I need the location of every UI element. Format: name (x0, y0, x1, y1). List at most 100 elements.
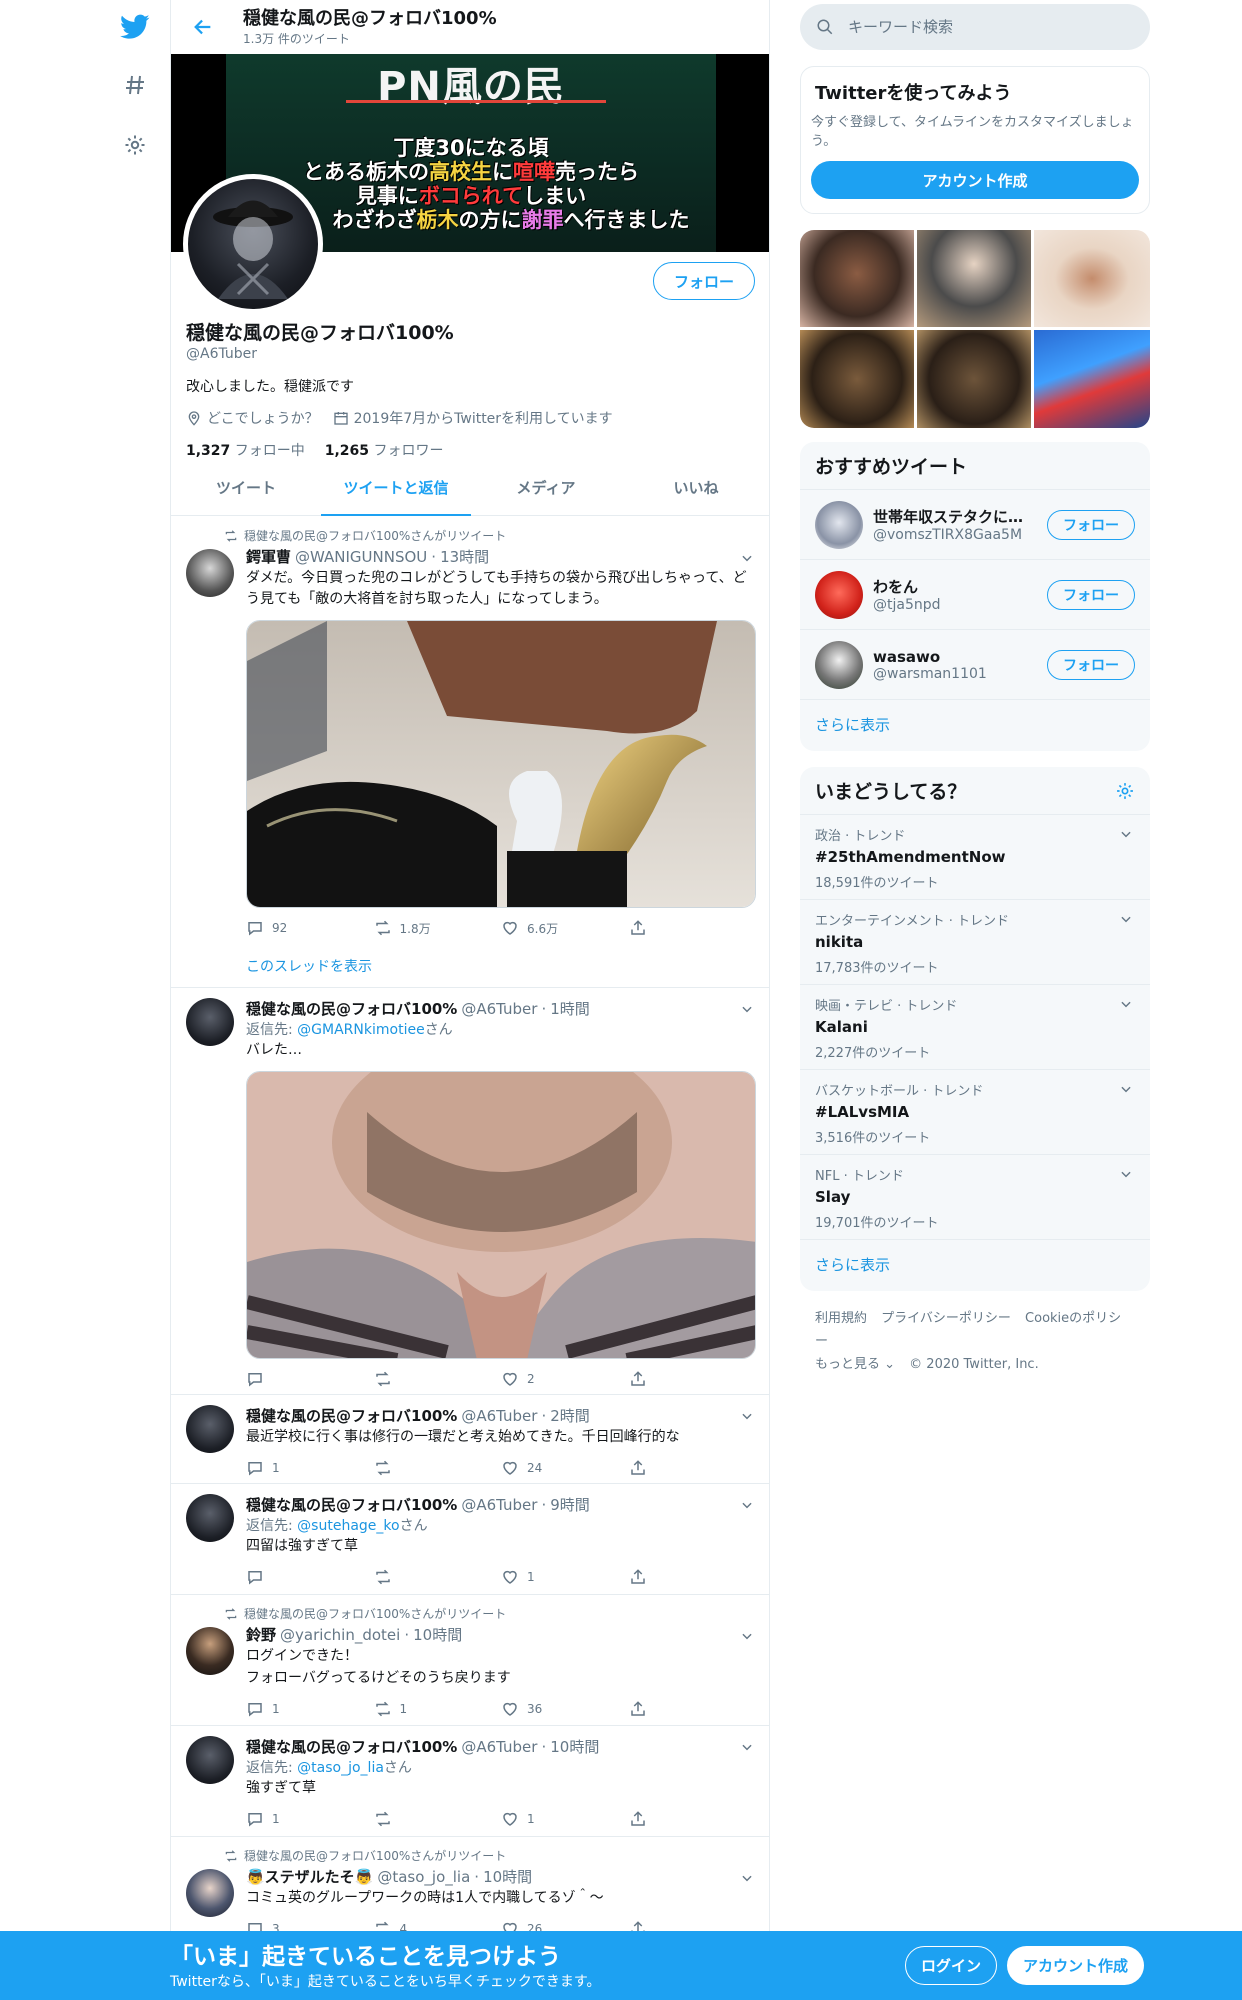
tweet-avatar[interactable] (186, 1494, 234, 1542)
media-thumbnail[interactable] (917, 230, 1031, 327)
retweet-button[interactable] (374, 1459, 502, 1477)
tab-tweets-and-replies[interactable]: ツイートと返信 (321, 460, 471, 516)
tab-tweets[interactable]: ツイート (171, 460, 321, 515)
reply-button[interactable]: 92 (246, 919, 374, 937)
share-button[interactable] (629, 1810, 757, 1828)
chevron-down-icon[interactable] (1117, 1165, 1135, 1183)
show-more-link[interactable]: さらに表示 (800, 700, 1150, 751)
explore-hashtag-icon[interactable] (110, 60, 160, 110)
media-thumbnail[interactable] (1034, 330, 1150, 428)
privacy-link[interactable]: プライバシーポリシー (881, 1311, 1011, 1326)
share-button[interactable] (629, 1700, 757, 1718)
back-arrow-icon[interactable] (183, 7, 223, 47)
reply-button[interactable]: 1 (246, 1810, 374, 1828)
reply-button[interactable] (246, 1370, 374, 1388)
chevron-down-icon[interactable] (738, 1738, 756, 1756)
followers-count-link[interactable]: 1,265 フォロワー (325, 440, 444, 460)
avatar[interactable] (815, 500, 863, 549)
chevron-down-icon[interactable] (738, 1407, 756, 1425)
follow-button[interactable]: フォロー (1047, 649, 1135, 680)
chevron-down-icon[interactable] (1117, 995, 1135, 1013)
tweet-actions: 1 24 (246, 1458, 756, 1478)
chevron-down-icon[interactable] (738, 549, 756, 567)
media-thumbnail[interactable] (917, 330, 1031, 428)
like-button[interactable]: 1 (501, 1810, 629, 1828)
tab-media[interactable]: メディア (471, 460, 621, 515)
media-thumbnail[interactable] (800, 230, 914, 327)
search-input[interactable] (848, 18, 1128, 36)
tweet-avatar[interactable] (186, 549, 234, 597)
chevron-down-icon[interactable] (1117, 1080, 1135, 1098)
tweet-image-kabuto[interactable] (246, 620, 756, 908)
following-count-link[interactable]: 1,327 フォロー中 (186, 440, 305, 460)
signup-button[interactable]: アカウント作成 (1007, 1946, 1144, 1985)
reply-to-link[interactable]: @sutehage_ko (297, 1518, 399, 1534)
share-button[interactable] (629, 1568, 757, 1586)
trends-settings-gear-icon[interactable] (1115, 781, 1135, 801)
chevron-down-icon[interactable] (1117, 825, 1135, 843)
trend-item[interactable]: NFL · トレンド Slay 19,701件のツイート (800, 1155, 1150, 1240)
like-button[interactable]: 2 (501, 1370, 629, 1388)
tweet-actions: 1 (246, 1567, 756, 1587)
follow-button[interactable]: フォロー (1047, 509, 1135, 540)
chevron-down-icon[interactable] (1117, 910, 1135, 928)
trend-item[interactable]: エンターテインメント · トレンド nikita 17,783件のツイート (800, 900, 1150, 985)
create-account-button[interactable]: アカウント作成 (811, 161, 1139, 199)
chevron-down-icon[interactable] (738, 1496, 756, 1514)
tweet-avatar[interactable] (186, 1627, 234, 1675)
recommended-user[interactable]: わをん @tja5npd フォロー (800, 560, 1150, 630)
media-thumbnail[interactable] (1034, 230, 1150, 327)
trend-item[interactable]: 映画・テレビ · トレンド Kalani 2,227件のツイート (800, 985, 1150, 1070)
tweet-header: 穏健な風の民@フォロバ100% @A6Tuber · 9時間 (246, 1495, 590, 1515)
follow-button[interactable]: フォロー (652, 262, 755, 300)
show-thread-link[interactable]: このスレッドを表示 (246, 956, 756, 976)
retweet-button[interactable]: 1.8万 (374, 919, 502, 937)
tweet-image-photo[interactable] (246, 1071, 756, 1359)
reply-to-link[interactable]: @taso_jo_lia (297, 1760, 384, 1776)
trend-item[interactable]: バスケットボール · トレンド #LALvsMIA 3,516件のツイート (800, 1070, 1150, 1155)
like-button[interactable]: 1 (501, 1568, 629, 1586)
profile-avatar[interactable] (183, 174, 323, 314)
tab-likes[interactable]: いいね (621, 460, 769, 515)
like-button[interactable]: 24 (501, 1459, 629, 1477)
tweet-avatar[interactable] (186, 998, 234, 1046)
login-button[interactable]: ログイン (905, 1946, 997, 1985)
show-more-trends-link[interactable]: さらに表示 (800, 1240, 1150, 1291)
reply-to-link[interactable]: @GMARNkimotiee (297, 1022, 425, 1038)
tweet-item[interactable]: 穏健な風の民@フォロバ100% @A6Tuber · 10時間 返信先: @taso… (171, 1726, 769, 1837)
avatar[interactable] (815, 640, 863, 689)
retweet-button[interactable]: 1 (374, 1700, 502, 1718)
settings-gear-icon[interactable] (110, 120, 160, 170)
chevron-down-icon[interactable] (738, 1869, 756, 1887)
chevron-down-icon[interactable] (738, 1000, 756, 1018)
tweet-item[interactable]: 穏健な風の民@フォロバ100%さんがリツイート 鈴野 @yarichin_dot… (171, 1595, 769, 1726)
chevron-down-icon[interactable] (738, 1627, 756, 1645)
tweet-avatar[interactable] (186, 1869, 234, 1917)
avatar[interactable] (815, 570, 863, 619)
like-button[interactable]: 36 (501, 1700, 629, 1718)
tweet-avatar[interactable] (186, 1736, 234, 1784)
share-button[interactable] (629, 1459, 757, 1477)
share-button[interactable] (629, 1370, 757, 1388)
tweet-item[interactable]: 穏健な風の民@フォロバ100% @A6Tuber · 2時間 最近学校に行く事は修行… (171, 1395, 769, 1484)
trend-item[interactable]: 政治 · トレンド #25thAmendmentNow 18,591件のツイート (800, 815, 1150, 900)
terms-link[interactable]: 利用規約 (815, 1311, 867, 1326)
tweet-item[interactable]: 穏健な風の民@フォロバ100%さんがリツイート 鍔軍曹 @WANIGUNNSOU… (171, 517, 769, 988)
reply-button[interactable] (246, 1568, 374, 1586)
retweet-button[interactable] (374, 1370, 502, 1388)
like-button[interactable]: 6.6万 (501, 919, 629, 937)
share-button[interactable] (629, 919, 757, 937)
tweet-item[interactable]: 穏健な風の民@フォロバ100% @A6Tuber · 9時間 返信先: @suteh… (171, 1484, 769, 1595)
reply-button[interactable]: 1 (246, 1700, 374, 1718)
more-link[interactable]: もっと見る ⌄ (815, 1357, 895, 1372)
follow-button[interactable]: フォロー (1047, 579, 1135, 610)
tweet-avatar[interactable] (186, 1405, 234, 1453)
recommended-user[interactable]: wasawo @warsman1101 フォロー (800, 630, 1150, 700)
retweet-button[interactable] (374, 1568, 502, 1586)
media-thumbnail[interactable] (800, 330, 914, 428)
reply-button[interactable]: 1 (246, 1459, 374, 1477)
twitter-logo-icon[interactable] (110, 2, 160, 52)
recommended-user[interactable]: 世帯年収ステタクに… @vomszTIRX8Gaa5M フォロー (800, 490, 1150, 560)
retweet-button[interactable] (374, 1810, 502, 1828)
tweet-item[interactable]: 穏健な風の民@フォロバ100% @A6Tuber · 1時間 返信先: @GMARN… (171, 988, 769, 1395)
